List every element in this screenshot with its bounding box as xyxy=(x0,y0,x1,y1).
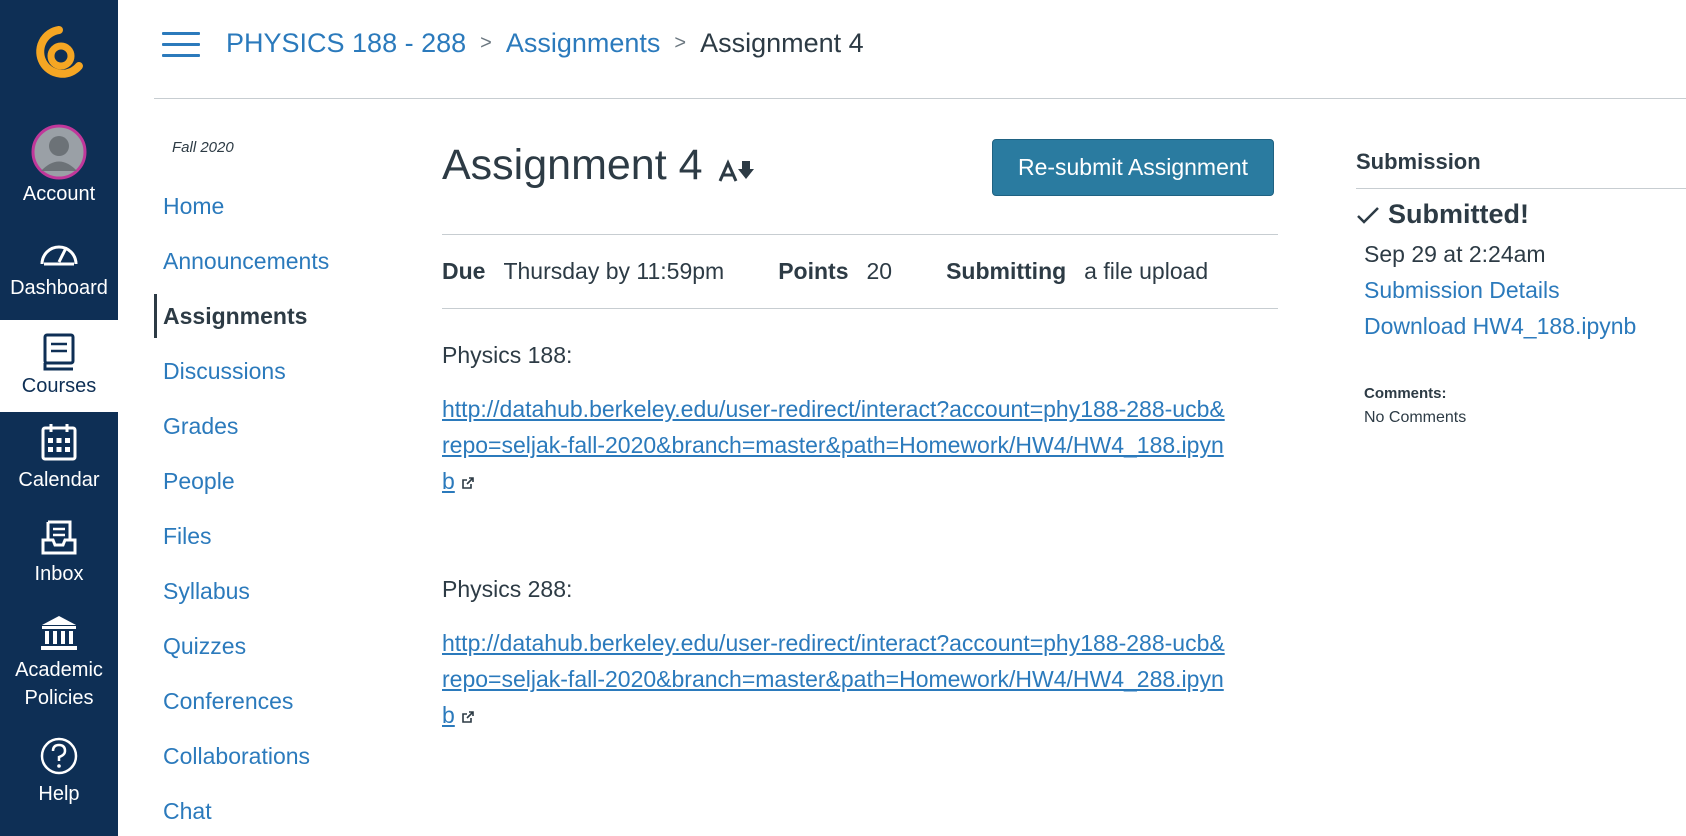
institution-icon xyxy=(41,616,77,650)
assignment-details: Due Thursday by 11:59pm Points 20 Submit… xyxy=(442,234,1278,309)
course-nav-collaborations[interactable]: Collaborations xyxy=(154,734,394,778)
logo-icon xyxy=(36,26,83,78)
link-text: http://datahub.berkeley.edu/user-redirec… xyxy=(442,396,1225,494)
description-label: Physics 288: xyxy=(442,576,573,602)
courses-icon xyxy=(43,333,75,371)
global-nav: Account Dashboard Courses Calendar Inbox… xyxy=(0,0,118,836)
course-nav-quizzes[interactable]: Quizzes xyxy=(154,624,394,668)
course-menu-toggle[interactable] xyxy=(162,30,200,60)
global-nav-label: Account xyxy=(22,183,96,205)
comments-value: No Comments xyxy=(1364,409,1467,426)
description-label: Physics 188: xyxy=(442,342,573,368)
submission-details-link[interactable]: Submission Details xyxy=(1364,277,1560,304)
global-nav-account[interactable]: Account xyxy=(0,124,118,208)
page-title: Assignment 4 xyxy=(442,141,703,189)
comments-label: Comments: xyxy=(1364,385,1447,402)
hamburger-icon xyxy=(162,32,200,35)
chevron-right-icon: > xyxy=(674,32,687,54)
course-nav-grades[interactable]: Grades xyxy=(154,404,394,448)
global-nav-label: Calendar xyxy=(18,469,100,491)
global-nav-label: Courses xyxy=(21,375,97,397)
submission-title: Submission xyxy=(1356,149,1481,174)
course-nav-announcements[interactable]: Announcements xyxy=(154,239,394,283)
datahub-link-288[interactable]: http://datahub.berkeley.edu/user-redirec… xyxy=(442,625,1232,733)
link-text: http://datahub.berkeley.edu/user-redirec… xyxy=(442,630,1225,728)
course-nav-conferences[interactable]: Conferences xyxy=(154,679,394,723)
course-nav-home[interactable]: Home xyxy=(154,184,394,228)
immersive-reader-icon[interactable] xyxy=(718,157,754,185)
course-nav-chat[interactable]: Chat xyxy=(154,789,394,833)
avatar-icon xyxy=(31,124,87,180)
global-nav-academic-policies[interactable]: Academic Policies xyxy=(0,614,118,712)
submission-status: Submitted! xyxy=(1356,199,1529,230)
breadcrumb-current: Assignment 4 xyxy=(700,28,864,58)
inbox-icon xyxy=(41,520,77,555)
course-term: Fall 2020 xyxy=(172,139,234,156)
checkmark-icon xyxy=(1357,206,1379,224)
hamburger-icon xyxy=(162,43,200,46)
datahub-link-188[interactable]: http://datahub.berkeley.edu/user-redirec… xyxy=(442,391,1232,499)
due-value: Thursday by 11:59pm xyxy=(503,258,725,284)
canvas-logo[interactable] xyxy=(0,0,118,106)
course-nav-assignments[interactable]: Assignments xyxy=(154,294,394,338)
external-link-icon xyxy=(461,477,474,489)
resubmit-assignment-button[interactable]: Re-submit Assignment xyxy=(992,139,1274,196)
submitting-label: Submitting xyxy=(946,258,1067,284)
points-value: 20 xyxy=(866,258,893,284)
breadcrumb-course[interactable]: PHYSICS 188 - 288 xyxy=(226,28,466,59)
global-nav-label: Academic Policies xyxy=(15,659,103,709)
global-nav-label: Dashboard xyxy=(10,277,108,299)
breadcrumb-assignments[interactable]: Assignments xyxy=(506,28,661,59)
global-nav-inbox[interactable]: Inbox xyxy=(0,518,118,588)
submitting-value: a file upload xyxy=(1084,258,1209,284)
external-link-icon xyxy=(461,711,474,723)
due-label: Due xyxy=(442,258,486,284)
help-icon xyxy=(40,737,78,775)
global-nav-label: Inbox xyxy=(34,563,84,585)
course-nav-people[interactable]: People xyxy=(154,459,394,503)
points-label: Points xyxy=(778,258,849,284)
calendar-icon xyxy=(41,424,77,461)
dashboard-icon xyxy=(40,245,78,266)
global-nav-label: Help xyxy=(38,783,80,805)
global-nav-dashboard[interactable]: Dashboard xyxy=(0,234,118,302)
global-nav-courses[interactable]: Courses xyxy=(0,320,118,412)
page-header: PHYSICS 188 - 288 > Assignments > Assign… xyxy=(154,0,1686,99)
hamburger-icon xyxy=(162,54,200,57)
submission-date: Sep 29 at 2:24am xyxy=(1364,241,1546,267)
divider xyxy=(1356,188,1686,189)
breadcrumb: PHYSICS 188 - 288 > Assignments > Assign… xyxy=(226,28,864,59)
chevron-right-icon: > xyxy=(480,32,492,54)
global-nav-calendar[interactable]: Calendar xyxy=(0,422,118,494)
global-nav-help[interactable]: Help xyxy=(0,736,118,808)
course-nav-syllabus[interactable]: Syllabus xyxy=(154,569,394,613)
download-submission-link[interactable]: Download HW4_188.ipynb xyxy=(1364,313,1636,340)
course-nav-files[interactable]: Files xyxy=(154,514,394,558)
course-nav-discussions[interactable]: Discussions xyxy=(154,349,394,393)
submission-status-text: Submitted! xyxy=(1388,199,1529,229)
